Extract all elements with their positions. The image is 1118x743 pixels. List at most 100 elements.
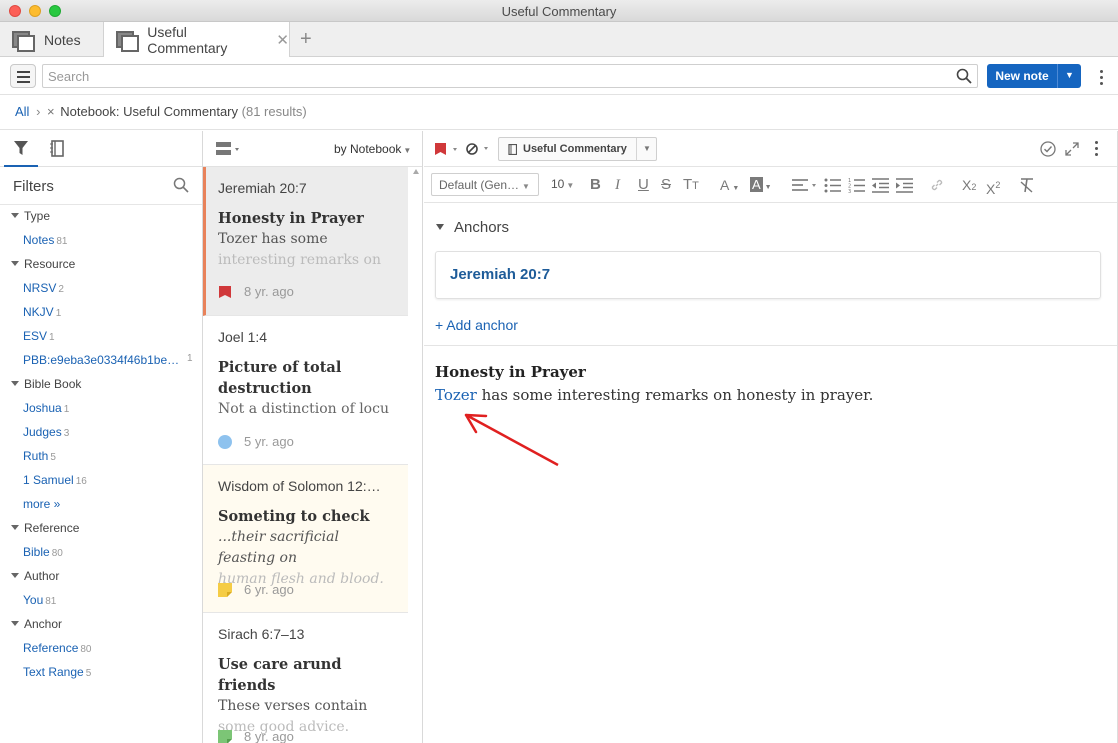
filter-item-text-range[interactable]: Text Range 5 — [23, 665, 91, 679]
notebook-select[interactable]: Useful Commentary ▼ — [498, 137, 657, 161]
tab-filters[interactable] — [4, 131, 38, 167]
search-input[interactable] — [43, 65, 943, 87]
filter-item-label: Ruth — [23, 449, 49, 463]
font-family-select[interactable]: Default (Gen… ▼ — [431, 173, 539, 196]
bullet-list-icon[interactable] — [824, 178, 841, 193]
note-list-item[interactable]: Joel 1:4 Picture of total destruction No… — [203, 316, 408, 465]
remove-filter-icon[interactable]: × — [47, 104, 55, 119]
filter-item-pbb[interactable]: PBB:e9eba3e0334f46b1be… 1 — [23, 353, 193, 367]
subscript-icon[interactable]: X2 — [962, 175, 976, 195]
filter-item-label: PBB:e9eba3e0334f46b1be… — [23, 353, 180, 367]
filter-item-anchor-reference[interactable]: Reference 80 — [23, 641, 92, 655]
filter-item-label: Bible — [23, 545, 50, 559]
filter-item-label: ESV — [23, 329, 48, 343]
filter-group-bible-book[interactable]: Bible Book — [11, 377, 81, 391]
strikethrough-icon[interactable]: S — [661, 175, 671, 195]
filter-item-1-samuel[interactable]: 1 Samuel 16 — [23, 473, 87, 487]
sort-by-notebook-dropdown[interactable]: by Notebook ▼ — [334, 142, 411, 156]
more-options-icon[interactable] — [1100, 70, 1104, 88]
filter-item-ruth[interactable]: Ruth 5 — [23, 449, 56, 463]
filter-item-bible[interactable]: Bible 80 — [23, 545, 63, 559]
tozer-link[interactable]: Tozer — [435, 386, 477, 404]
notebook-name: Useful Commentary — [523, 143, 627, 155]
align-icon[interactable] — [792, 179, 818, 192]
anchors-header[interactable]: Anchors — [436, 219, 509, 236]
tab-notes[interactable]: Notes — [0, 22, 104, 57]
font-size-select[interactable]: 10 ▼ — [551, 177, 574, 191]
add-anchor-link[interactable]: + Add anchor — [435, 317, 518, 333]
note-age: 5 yr. ago — [244, 434, 294, 449]
filter-item-you[interactable]: You 81 — [23, 593, 56, 607]
filter-item-nrsv[interactable]: NRSV 2 — [23, 281, 64, 295]
italic-icon[interactable]: I — [615, 175, 620, 195]
notebook-icon[interactable] — [50, 140, 64, 157]
filters-pane: Filters Type Notes 81 Resource NRSV 2 NKJV… — [0, 131, 203, 743]
new-note-dropdown-icon[interactable]: ▼ — [1057, 64, 1081, 88]
add-tab-icon[interactable]: + — [300, 29, 312, 49]
note-list-item[interactable]: Sirach 6:7–13 Use care arund friends The… — [203, 613, 408, 743]
text-size-icon[interactable]: TT — [683, 175, 699, 195]
filter-group-author[interactable]: Author — [11, 569, 59, 583]
new-note-button[interactable]: New note ▼ — [987, 64, 1081, 88]
filter-item-esv[interactable]: ESV 1 — [23, 329, 55, 343]
filter-item-judges[interactable]: Judges 3 — [23, 425, 69, 439]
superscript-icon[interactable]: X2 — [986, 175, 1000, 197]
filter-group-anchor[interactable]: Anchor — [11, 617, 62, 631]
checkmark-circle-icon[interactable] — [1040, 141, 1056, 157]
hamburger-menu-button[interactable] — [10, 64, 36, 88]
note-list-item-selected[interactable]: Jeremiah 20:7 Honesty in Prayer Tozer ha… — [203, 167, 408, 316]
collapse-triangle-icon — [11, 621, 19, 626]
collapse-triangle-icon — [11, 525, 19, 530]
tab-strip: Notes Useful Commentary ✕ + — [0, 22, 1118, 58]
search-icon[interactable] — [956, 68, 972, 84]
filter-item-nkjv[interactable]: NKJV 1 — [23, 305, 61, 319]
filters-tab-bar — [0, 131, 202, 167]
filter-group-resource[interactable]: Resource — [11, 257, 75, 271]
filter-group-reference[interactable]: Reference — [11, 521, 79, 535]
expand-icon[interactable] — [1065, 142, 1079, 156]
chevron-down-icon: ▼ — [636, 138, 657, 160]
filter-item-count: 16 — [75, 476, 87, 487]
more-books-link[interactable]: more » — [23, 497, 60, 511]
anchor-card[interactable]: Jeremiah 20:7 — [435, 251, 1101, 299]
bold-icon[interactable]: B — [590, 175, 601, 195]
indent-icon[interactable] — [896, 178, 913, 193]
editor-more-options-icon[interactable] — [1095, 141, 1099, 159]
close-tab-icon[interactable]: ✕ — [276, 31, 289, 49]
note-content[interactable]: Honesty in Prayer Tozer has some interes… — [435, 361, 873, 407]
filter-item-count: 5 — [85, 668, 92, 679]
highlight-color-icon[interactable]: A ▼ — [750, 175, 772, 195]
note-color-flag-icon[interactable] — [435, 143, 459, 155]
outdent-icon[interactable] — [872, 178, 889, 193]
anchor-reference-link[interactable]: Jeremiah 20:7 — [450, 266, 550, 283]
results-count: (81 results) — [241, 104, 307, 119]
font-color-icon[interactable]: A ▼ — [720, 175, 739, 195]
breadcrumb: All › × Notebook: Useful Commentary (81 … — [0, 96, 1118, 130]
filter-item-count: 1 — [63, 404, 70, 415]
window-title: Useful Commentary — [501, 4, 617, 19]
tab-useful-commentary[interactable]: Useful Commentary ✕ — [104, 22, 290, 58]
note-preview: Not a distinction of locu — [218, 399, 398, 420]
blue-dot-icon — [218, 435, 232, 449]
numbered-list-icon[interactable]: 123 — [848, 178, 865, 193]
note-reference: Sirach 6:7–13 — [218, 626, 305, 642]
view-mode-icon[interactable] — [216, 142, 240, 156]
note-list-item[interactable]: Wisdom of Solomon 12:… Someting to check… — [203, 465, 408, 613]
note-preview: Tozer has some interesting remarks on — [218, 229, 398, 271]
filter-item-joshua[interactable]: Joshua 1 — [23, 401, 69, 415]
filter-item-notes[interactable]: Notes 81 — [23, 233, 67, 247]
note-title: Use care arund friends — [218, 656, 342, 694]
filter-group-type[interactable]: Type — [11, 209, 50, 223]
breadcrumb-all-link[interactable]: All — [15, 104, 29, 119]
scroll-up-icon[interactable] — [413, 169, 419, 174]
link-icon[interactable] — [930, 178, 944, 192]
filter-search-icon[interactable] — [173, 177, 189, 193]
underline-icon[interactable]: U — [638, 175, 649, 195]
tab-useful-commentary-label: Useful Commentary — [147, 24, 228, 56]
notebook-icon — [508, 144, 517, 155]
filter-item-label: NRSV — [23, 281, 57, 295]
clear-formatting-icon[interactable] — [1019, 178, 1035, 193]
search-box — [42, 64, 978, 88]
filter-group-label: Reference — [24, 521, 80, 535]
no-style-icon[interactable] — [466, 142, 490, 156]
